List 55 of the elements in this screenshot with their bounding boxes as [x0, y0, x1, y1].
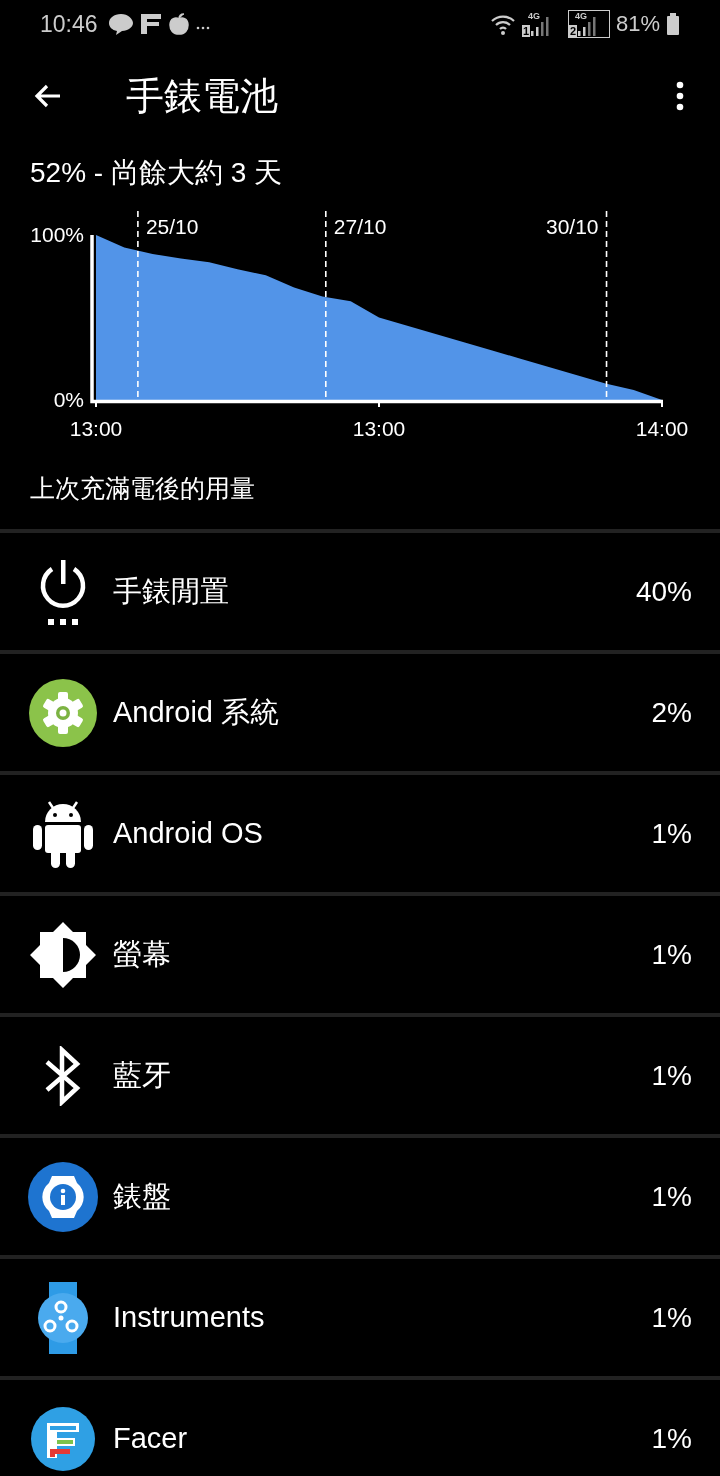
- usage-row[interactable]: Facer 1%: [0, 1380, 720, 1476]
- usage-name: 錶盤: [113, 1178, 172, 1214]
- more-options-icon[interactable]: [674, 80, 686, 112]
- app-icon: [139, 12, 162, 36]
- usage-row[interactable]: 藍牙 1%: [0, 1017, 720, 1138]
- date-label: 25/10: [145, 215, 199, 238]
- watch-info-icon: [28, 1161, 98, 1232]
- x-tick-label: 14:00: [635, 417, 689, 440]
- signal-icon: [530, 15, 551, 37]
- facer-app-icon: [30, 1405, 96, 1472]
- battery-summary: 52% - 尚餘大約 3 天: [29, 156, 284, 190]
- usage-percent: 1%: [651, 1059, 692, 1092]
- usage-row[interactable]: Android OS 1%: [0, 775, 720, 896]
- section-heading: 上次充滿電後的用量: [0, 444, 720, 533]
- usage-row[interactable]: 手錶閒置 40%: [0, 533, 720, 654]
- page-title: 手錶電池: [126, 73, 279, 119]
- usage-name: Instruments: [113, 1301, 266, 1334]
- apple-icon: [167, 12, 190, 36]
- y-tick-label: 100%: [30, 223, 84, 246]
- usage-name: Facer: [113, 1422, 189, 1455]
- x-tick-label: 13:00: [69, 417, 123, 440]
- sim-slot: 2: [568, 25, 578, 37]
- usage-percent: 40%: [635, 575, 692, 608]
- y-tick-label: 0%: [53, 388, 84, 411]
- usage-percent: 1%: [651, 1422, 692, 1455]
- more-notifications-icon: [195, 26, 210, 30]
- usage-percent: 2%: [651, 696, 692, 729]
- sim-slot: 1: [521, 25, 531, 37]
- date-label: 30/10: [545, 215, 599, 238]
- usage-row[interactable]: Instruments 1%: [0, 1259, 720, 1380]
- usage-name: Android OS: [113, 817, 264, 850]
- x-tick-label: 13:00: [352, 417, 406, 440]
- usage-name: Android 系統: [113, 694, 280, 730]
- usage-percent: 1%: [651, 1301, 692, 1334]
- usage-row[interactable]: 錶盤 1%: [0, 1138, 720, 1259]
- settings-icon: [28, 677, 98, 748]
- watch-app-icon: [36, 1281, 90, 1354]
- usage-name: 螢幕: [113, 936, 172, 972]
- network-type: 4G: [574, 11, 587, 21]
- usage-percent: 1%: [651, 1180, 692, 1213]
- usage-row[interactable]: 螢幕 1%: [0, 896, 720, 1017]
- wifi-icon: [489, 13, 516, 35]
- battery-icon: [666, 12, 680, 36]
- usage-name: 手錶閒置: [113, 573, 230, 609]
- brightness-icon: [30, 921, 96, 988]
- usage-row[interactable]: Android 系統 2%: [0, 654, 720, 775]
- clock: 10:46: [40, 10, 98, 38]
- chat-bubble-icon: [107, 12, 134, 36]
- bluetooth-icon: [44, 1045, 82, 1106]
- date-label: 27/10: [333, 215, 387, 238]
- usage-percent: 1%: [651, 938, 692, 971]
- usage-name: 藍牙: [113, 1057, 172, 1093]
- usage-percent: 1%: [651, 817, 692, 850]
- battery-percent: 81%: [615, 11, 660, 37]
- network-type: 4G: [527, 11, 540, 21]
